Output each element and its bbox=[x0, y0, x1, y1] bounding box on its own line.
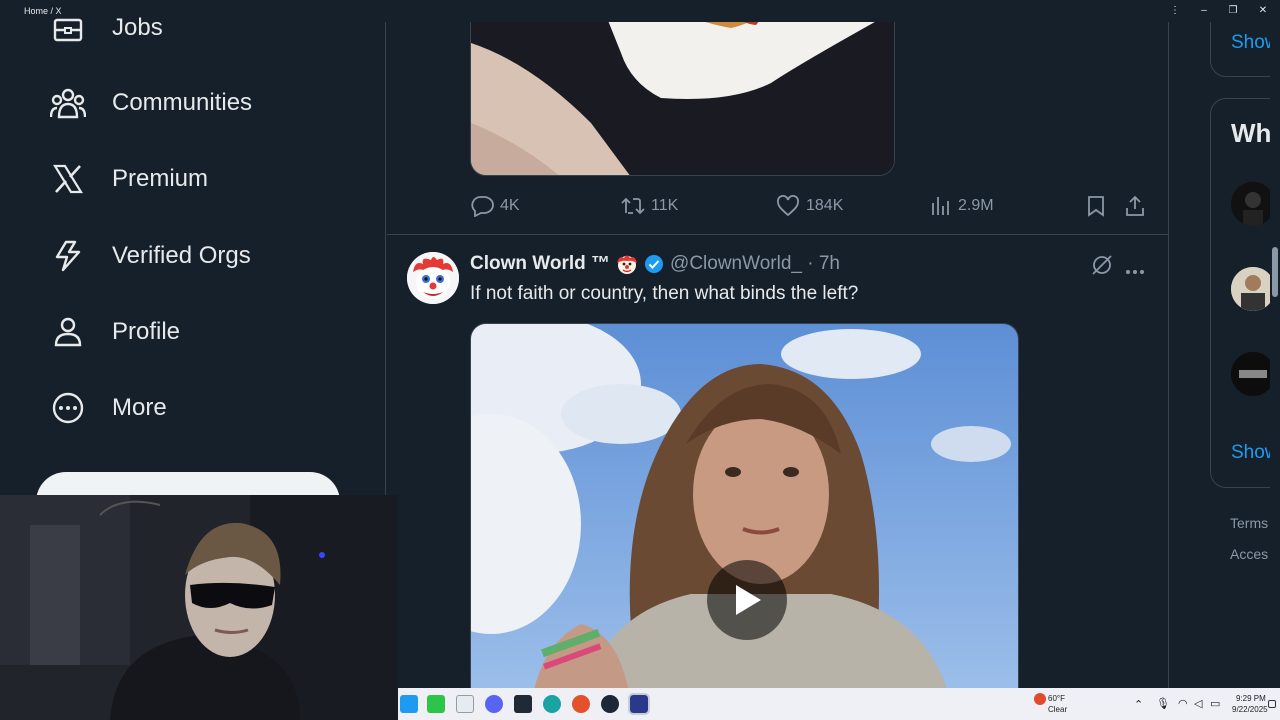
avatar[interactable] bbox=[1231, 352, 1275, 396]
sidebar-item-verified-orgs[interactable]: Verified Orgs bbox=[50, 236, 251, 276]
scrollbar-thumb[interactable] bbox=[1272, 247, 1278, 297]
bookmark-icon bbox=[1088, 196, 1104, 217]
chevron-up-icon[interactable]: ⌃ bbox=[1134, 698, 1143, 711]
heart-icon bbox=[777, 195, 799, 217]
discord-app-icon[interactable] bbox=[485, 695, 503, 713]
network-app-icon[interactable] bbox=[456, 695, 474, 713]
repost-icon bbox=[621, 197, 645, 215]
sidebar-item-more[interactable]: More bbox=[50, 388, 167, 428]
clock-time[interactable]: 9:29 PM bbox=[1236, 694, 1266, 703]
lightning-icon bbox=[50, 238, 86, 274]
view-count: 2.9M bbox=[958, 197, 994, 214]
verified-badge-icon bbox=[644, 254, 664, 274]
right-sidebar: Show Wh Show Terms Acces bbox=[1170, 22, 1280, 688]
twitter-app-icon[interactable] bbox=[400, 695, 418, 713]
previous-post-image[interactable] bbox=[470, 22, 895, 176]
sidebar-item-premium[interactable]: Premium bbox=[50, 159, 208, 199]
steam-app-icon[interactable] bbox=[601, 695, 619, 713]
play-button[interactable] bbox=[707, 560, 787, 640]
previous-post-actions: 4K 11K 184K 2.9M bbox=[470, 192, 1150, 220]
volume-icon[interactable]: ◁ bbox=[1194, 697, 1202, 710]
avatar[interactable] bbox=[1231, 182, 1275, 226]
share-icon bbox=[1126, 195, 1144, 216]
jobs-icon bbox=[50, 10, 86, 46]
weather-temp: 60°F bbox=[1048, 694, 1065, 703]
edge-app-icon[interactable] bbox=[543, 695, 561, 713]
minimize-button[interactable]: – bbox=[1189, 2, 1219, 20]
author-handle[interactable]: @ClownWorld_ · 7h bbox=[670, 253, 840, 275]
timeline-feed: 4K 11K 184K 2.9M Clown World ™ @ClownWor… bbox=[387, 22, 1169, 688]
firefox-app-icon[interactable] bbox=[572, 695, 590, 713]
tweet-header: Clown World ™ @ClownWorld_ · 7h bbox=[470, 252, 840, 276]
weather-desc: Clear bbox=[1048, 705, 1068, 714]
avatar[interactable] bbox=[407, 252, 459, 304]
sidebar-item-label: Verified Orgs bbox=[112, 242, 251, 269]
webcam-overlay bbox=[0, 495, 398, 720]
terminal-app-icon[interactable] bbox=[514, 695, 532, 713]
tweet-video[interactable] bbox=[470, 323, 1019, 688]
maximize-button[interactable]: ❐ bbox=[1218, 2, 1248, 20]
sidebar-item-label: Jobs bbox=[112, 14, 163, 41]
like-button[interactable]: 184K bbox=[776, 192, 843, 220]
more-options-icon[interactable] bbox=[1125, 262, 1145, 280]
communities-icon bbox=[50, 85, 86, 121]
page-scrollbar[interactable] bbox=[1270, 22, 1280, 688]
grok-icon[interactable] bbox=[1091, 254, 1113, 281]
reply-icon bbox=[471, 196, 494, 217]
like-count: 184K bbox=[806, 197, 844, 214]
sidebar-item-label: Communities bbox=[112, 89, 253, 116]
notification-bell-icon[interactable] bbox=[1268, 700, 1276, 708]
active-app-icon[interactable] bbox=[628, 693, 650, 715]
clock-date[interactable]: 9/22/2025 bbox=[1232, 705, 1268, 714]
close-button[interactable]: ✕ bbox=[1248, 2, 1278, 20]
views-button[interactable]: 2.9M bbox=[930, 192, 994, 220]
clown-emoji-icon bbox=[616, 253, 638, 275]
repost-count: 11K bbox=[651, 197, 679, 214]
sidebar-item-label: More bbox=[112, 394, 167, 421]
sidebar-item-label: Premium bbox=[112, 165, 209, 192]
sidebar-item-label: Profile bbox=[112, 318, 181, 345]
wifi-icon[interactable]: ◠ bbox=[1178, 697, 1188, 710]
browser-menu-button[interactable]: ⋮ bbox=[1160, 2, 1190, 20]
person-icon bbox=[50, 314, 86, 350]
views-icon bbox=[932, 197, 949, 215]
sidebar-item-communities[interactable]: Communities bbox=[50, 83, 252, 123]
x-logo-icon bbox=[50, 161, 86, 197]
post-divider bbox=[387, 234, 1168, 235]
reply-button[interactable]: 4K bbox=[470, 192, 520, 220]
repost-button[interactable]: 11K bbox=[621, 192, 678, 220]
kick-app-icon[interactable] bbox=[427, 695, 445, 713]
sidebar-item-profile[interactable]: Profile bbox=[50, 312, 180, 352]
reply-count: 4K bbox=[500, 197, 520, 214]
battery-icon[interactable]: ▭ bbox=[1210, 697, 1220, 710]
share-button[interactable] bbox=[1124, 192, 1152, 220]
weather-icon bbox=[1034, 693, 1046, 705]
footer-terms-link[interactable]: Terms bbox=[1230, 515, 1268, 531]
window-titlebar: Home / X ⋮ – ❐ ✕ bbox=[0, 0, 1280, 22]
tweet-text: If not faith or country, then what binds… bbox=[470, 283, 859, 304]
windows-taskbar: 60°F Clear ⌃ 🎙 ◠ ◁ ▭ 9:29 PM 9/22/2025 bbox=[398, 688, 1280, 720]
avatar[interactable] bbox=[1231, 267, 1275, 311]
who-to-follow-title: Wh bbox=[1231, 118, 1272, 148]
bookmark-button[interactable] bbox=[1086, 192, 1112, 220]
sidebar-item-jobs[interactable]: Jobs bbox=[50, 8, 163, 48]
author-name[interactable]: Clown World ™ bbox=[470, 253, 610, 275]
more-circle-icon bbox=[50, 390, 86, 426]
footer-accessibility-link[interactable]: Acces bbox=[1230, 546, 1268, 562]
play-icon bbox=[736, 585, 761, 615]
microphone-icon[interactable]: 🎙 bbox=[1156, 697, 1170, 710]
